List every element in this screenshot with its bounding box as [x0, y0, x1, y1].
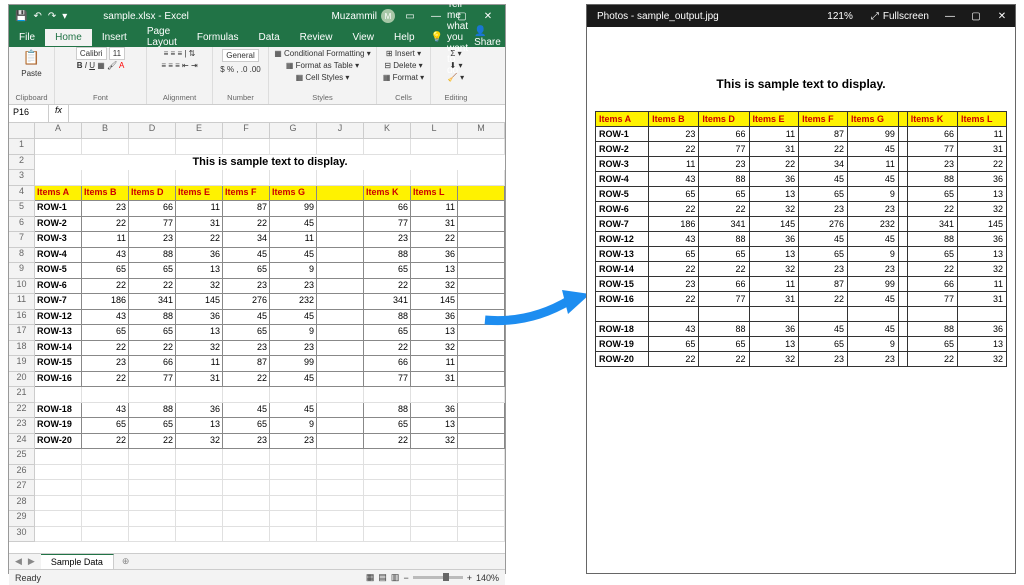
tab-data[interactable]: Data [249, 29, 290, 46]
photos-title: Photos - sample_output.jpg [587, 11, 817, 22]
bold-icon[interactable]: B [77, 61, 83, 70]
photos-content: This is sample text to display. Items AI… [587, 27, 1015, 375]
photos-titlebar: Photos - sample_output.jpg 121% ⤢ Fullsc… [587, 5, 1015, 27]
share-button[interactable]: 👤 Share [474, 26, 509, 48]
excel-window: 💾 ↶ ↷ ▾ sample.xlsx - Excel Muzammil M ▭… [8, 4, 506, 574]
column-header[interactable]: D [129, 123, 176, 139]
redo-icon[interactable]: ↷ [48, 11, 56, 22]
add-sheet-icon[interactable]: ⊕ [114, 556, 138, 567]
doc-title: sample.xlsx - Excel [103, 11, 189, 22]
group-alignment: Alignment [151, 93, 208, 102]
zoom-level[interactable]: 140% [476, 573, 499, 583]
font-size[interactable]: 11 [109, 47, 125, 60]
photos-close-icon[interactable]: ✕ [989, 11, 1015, 22]
format-table-button[interactable]: ▦ Format as Table ▾ [286, 61, 359, 70]
column-header[interactable]: A [35, 123, 82, 139]
tab-help[interactable]: Help [384, 29, 425, 46]
fullscreen-button[interactable]: ⤢ Fullscreen [863, 11, 937, 22]
zoom-slider[interactable] [413, 576, 463, 579]
tab-file[interactable]: File [9, 29, 45, 46]
sheet-nav-right-icon[interactable]: ▶ [28, 556, 41, 567]
font-name[interactable]: Calibri [76, 47, 107, 60]
column-header[interactable]: E [176, 123, 223, 139]
column-header[interactable]: G [270, 123, 317, 139]
formula-input[interactable] [69, 105, 505, 122]
fill-icon[interactable]: ⬇ ▾ [450, 61, 463, 70]
photos-window: Photos - sample_output.jpg 121% ⤢ Fullsc… [586, 4, 1016, 574]
cond-format-button[interactable]: ▦ Conditional Formatting ▾ [274, 49, 371, 58]
tab-formulas[interactable]: Formulas [187, 29, 249, 46]
autosum-icon[interactable]: Σ ▾ [450, 49, 461, 58]
dropdown-icon[interactable]: ▾ [62, 11, 67, 22]
formula-bar: P16 fx [9, 105, 505, 123]
ribbon-options-icon[interactable]: ▭ [399, 11, 421, 22]
tab-review[interactable]: Review [290, 29, 343, 46]
select-all-corner[interactable] [9, 123, 35, 139]
zoom-in-icon[interactable]: + [467, 573, 472, 583]
group-editing: Editing [435, 93, 477, 102]
page-title: This is sample text to display. [595, 77, 1007, 91]
group-clipboard: Clipboard [13, 93, 50, 102]
excel-menubar: File Home Insert Page Layout Formulas Da… [9, 27, 505, 47]
fx-icon[interactable]: fx [49, 105, 69, 122]
zoom-out-icon[interactable]: − [403, 573, 408, 583]
sheet-tab-bar: ◀ ▶ Sample Data ⊕ [9, 553, 505, 569]
insert-button[interactable]: ⊞ Insert ▾ [386, 49, 421, 58]
close-icon[interactable]: ✕ [477, 11, 499, 22]
format-button[interactable]: ▦ Format ▾ [383, 73, 424, 82]
column-headers: ABDEFGJKLM [9, 123, 505, 139]
photos-zoom[interactable]: 121% [817, 11, 863, 22]
output-table: Items AItems BItems DItems EItems FItems… [595, 111, 1007, 367]
column-header[interactable]: L [411, 123, 458, 139]
view-break-icon[interactable]: ▥ [391, 572, 400, 583]
status-bar: Ready ▦ ▤ ▥ − + 140% [9, 569, 505, 585]
undo-icon[interactable]: ↶ [33, 11, 41, 22]
sheet-tab[interactable]: Sample Data [41, 554, 114, 569]
cell-styles-button[interactable]: ▦ Cell Styles ▾ [296, 73, 350, 82]
excel-ribbon: 📋 Paste Clipboard Calibri 11 B I U ▦ 🖌 A… [9, 47, 505, 105]
delete-button[interactable]: ⊟ Delete ▾ [384, 61, 422, 70]
column-header[interactable]: M [458, 123, 505, 139]
user-name[interactable]: Muzammil [331, 11, 377, 22]
column-header[interactable]: J [317, 123, 364, 139]
status-ready: Ready [15, 573, 41, 583]
tab-insert[interactable]: Insert [92, 29, 137, 46]
view-normal-icon[interactable]: ▦ [366, 572, 375, 583]
excel-grid[interactable]: ABDEFGJKLM 12This is sample text to disp… [9, 123, 505, 553]
clear-icon[interactable]: 🧹 ▾ [448, 73, 464, 82]
group-cells: Cells [381, 93, 426, 102]
underline-icon[interactable]: U [89, 61, 95, 70]
tab-view[interactable]: View [342, 29, 384, 46]
group-number: Number [217, 93, 264, 102]
italic-icon[interactable]: I [85, 61, 87, 70]
number-format[interactable]: General [222, 49, 258, 62]
sheet-nav-left-icon[interactable]: ◀ [9, 556, 28, 567]
paste-label: Paste [21, 69, 41, 78]
photos-maximize-icon[interactable]: ▢ [963, 11, 989, 22]
save-icon[interactable]: 💾 [15, 11, 27, 22]
column-header[interactable]: F [223, 123, 270, 139]
column-header[interactable]: K [364, 123, 411, 139]
group-font: Font [59, 93, 142, 102]
user-avatar[interactable]: M [381, 9, 395, 23]
tab-home[interactable]: Home [45, 29, 92, 46]
name-box[interactable]: P16 [9, 105, 49, 122]
group-styles: Styles [273, 93, 372, 102]
view-page-icon[interactable]: ▤ [378, 572, 387, 583]
column-header[interactable]: B [82, 123, 129, 139]
arrow-icon [480, 282, 600, 332]
paste-icon[interactable]: 📋 [23, 49, 40, 66]
photos-minimize-icon[interactable]: — [937, 11, 963, 22]
